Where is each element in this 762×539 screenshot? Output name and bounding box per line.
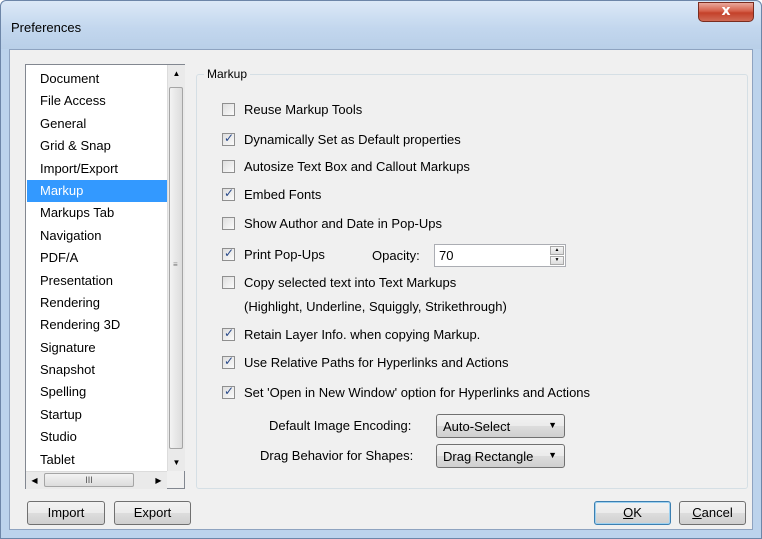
option-label: Show Author and Date in Pop-Ups bbox=[244, 216, 443, 231]
scroll-right-icon[interactable]: ▶ bbox=[150, 472, 167, 489]
image-encoding-value: Auto-Select bbox=[443, 419, 511, 434]
opacity-spinbox[interactable]: 70 ▲ ▼ bbox=[434, 244, 566, 267]
close-icon: x bbox=[721, 3, 731, 19]
preferences-window: Preferences x Document File Access Gener… bbox=[0, 0, 762, 539]
copy-text-sub-note: (Highlight, Underline, Squiggly, Striket… bbox=[244, 299, 507, 314]
category-list[interactable]: Document File Access General Grid & Snap… bbox=[25, 64, 185, 489]
import-button[interactable]: Import bbox=[27, 501, 105, 525]
category-item-startup[interactable]: Startup bbox=[27, 404, 167, 426]
cancel-mnemonic: C bbox=[692, 505, 702, 520]
category-item-snapshot[interactable]: Snapshot bbox=[27, 359, 167, 381]
category-item-file-access[interactable]: File Access bbox=[27, 90, 167, 112]
checkbox-box[interactable] bbox=[222, 246, 235, 261]
category-item-markup[interactable]: Markup bbox=[27, 179, 167, 203]
chevron-down-icon: ▼ bbox=[548, 420, 557, 430]
category-item-navigation[interactable]: Navigation bbox=[27, 225, 167, 247]
category-item-studio[interactable]: Studio bbox=[27, 426, 167, 448]
checkbox-box[interactable] bbox=[222, 103, 235, 116]
checkbox-box[interactable] bbox=[222, 276, 235, 289]
scroll-left-icon[interactable]: ◀ bbox=[26, 472, 43, 489]
ok-rest: K bbox=[633, 505, 642, 520]
option-label: Copy selected text into Text Markups bbox=[244, 275, 457, 290]
ok-button[interactable]: OK bbox=[594, 501, 671, 525]
scroll-up-icon[interactable]: ▲ bbox=[168, 65, 185, 82]
drag-behavior-value: Drag Rectangle bbox=[443, 449, 534, 464]
cancel-rest: ancel bbox=[701, 505, 733, 520]
checkbox-box[interactable] bbox=[222, 217, 235, 230]
export-button-label: Export bbox=[133, 505, 172, 520]
category-item-rendering-3d[interactable]: Rendering 3D bbox=[27, 314, 167, 336]
spin-down-icon[interactable]: ▼ bbox=[550, 256, 564, 265]
close-button[interactable]: x bbox=[698, 2, 754, 22]
category-item-signature[interactable]: Signature bbox=[27, 337, 167, 359]
option-label: Autosize Text Box and Callout Markups bbox=[244, 159, 470, 174]
category-item-grid-snap[interactable]: Grid & Snap bbox=[27, 135, 167, 157]
category-item-tablet[interactable]: Tablet bbox=[27, 449, 167, 471]
chevron-down-icon: ▼ bbox=[548, 450, 557, 460]
option-label: Embed Fonts bbox=[244, 187, 322, 202]
ok-mnemonic: O bbox=[623, 505, 634, 520]
checkbox-box[interactable] bbox=[222, 160, 235, 173]
horizontal-scroll-thumb[interactable]: III bbox=[44, 473, 134, 487]
category-item-import-export[interactable]: Import/Export bbox=[27, 158, 167, 180]
cancel-button[interactable]: Cancel bbox=[679, 501, 746, 525]
scroll-corner bbox=[167, 471, 184, 488]
scroll-down-icon[interactable]: ▼ bbox=[168, 454, 185, 471]
category-items: Document File Access General Grid & Snap… bbox=[27, 68, 167, 471]
drag-behavior-select[interactable]: Drag Rectangle ▼ bbox=[436, 444, 565, 468]
checkbox-box[interactable] bbox=[222, 384, 235, 399]
export-button[interactable]: Export bbox=[114, 501, 191, 525]
category-item-document[interactable]: Document bbox=[27, 68, 167, 90]
category-item-rendering[interactable]: Rendering bbox=[27, 292, 167, 314]
vertical-scroll-thumb[interactable]: ≡ bbox=[169, 87, 183, 449]
category-item-markups-tab[interactable]: Markups Tab bbox=[27, 202, 167, 224]
category-item-general[interactable]: General bbox=[27, 113, 167, 135]
option-label: Use Relative Paths for Hyperlinks and Ac… bbox=[244, 355, 509, 370]
option-label: Dynamically Set as Default properties bbox=[244, 132, 461, 147]
title-bar[interactable]: Preferences x bbox=[1, 1, 761, 49]
vertical-scrollbar[interactable]: ▲ ≡ ▼ bbox=[167, 65, 185, 471]
image-encoding-select[interactable]: Auto-Select ▼ bbox=[436, 414, 565, 438]
drag-behavior-label: Drag Behavior for Shapes: bbox=[260, 448, 414, 463]
option-label: Set 'Open in New Window' option for Hype… bbox=[244, 385, 591, 400]
option-label: Retain Layer Info. when copying Markup. bbox=[244, 327, 481, 342]
category-item-pdfa[interactable]: PDF/A bbox=[27, 247, 167, 269]
hscroll-grip-icon: III bbox=[85, 475, 93, 485]
option-label: Reuse Markup Tools bbox=[244, 102, 363, 117]
horizontal-scrollbar[interactable]: ◀ III ▶ bbox=[26, 471, 167, 489]
option-label: Print Pop-Ups bbox=[244, 247, 325, 262]
checkbox-box[interactable] bbox=[222, 131, 235, 146]
window-title: Preferences bbox=[11, 20, 82, 35]
checkbox-box[interactable] bbox=[222, 186, 235, 201]
grip-icon: ≡ bbox=[173, 260, 178, 269]
import-button-label: Import bbox=[47, 505, 85, 520]
spin-up-icon[interactable]: ▲ bbox=[550, 246, 564, 255]
category-item-presentation[interactable]: Presentation bbox=[27, 270, 167, 292]
opacity-spin-buttons: ▲ ▼ bbox=[550, 246, 564, 265]
opacity-label: Opacity: bbox=[372, 248, 420, 263]
checkbox-box[interactable] bbox=[222, 354, 235, 369]
image-encoding-label: Default Image Encoding: bbox=[269, 418, 412, 433]
markup-group-title: Markup bbox=[204, 67, 251, 81]
opacity-value: 70 bbox=[439, 248, 454, 263]
checkbox-box[interactable] bbox=[222, 326, 235, 341]
category-item-spelling[interactable]: Spelling bbox=[27, 381, 167, 403]
